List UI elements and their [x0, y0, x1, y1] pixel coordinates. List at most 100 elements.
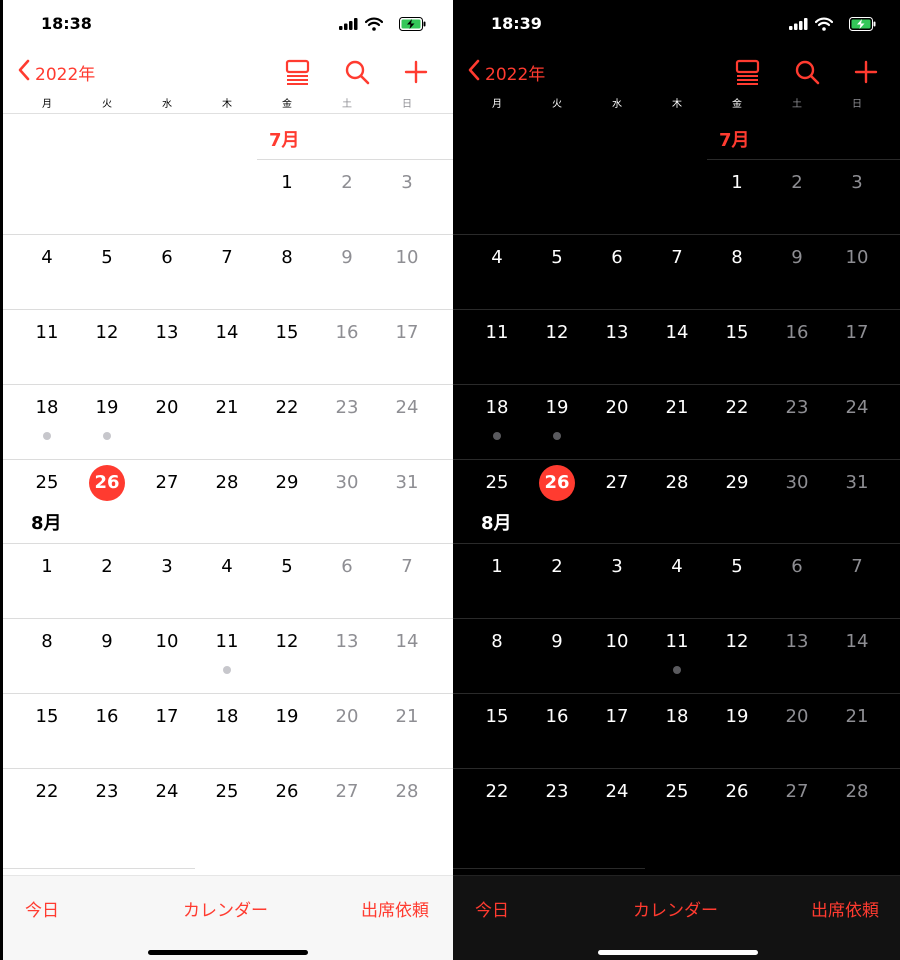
day-cell[interactable]: 24: [832, 393, 882, 423]
day-cell[interactable]: 27: [592, 468, 642, 498]
day-cell[interactable]: 6: [142, 243, 192, 273]
day-cell[interactable]: 17: [382, 318, 432, 348]
day-cell[interactable]: 24: [142, 777, 192, 807]
day-cell[interactable]: 11: [472, 318, 522, 348]
day-cell[interactable]: 12: [712, 627, 762, 657]
day-cell[interactable]: 25: [472, 468, 522, 498]
day-cell[interactable]: 14: [202, 318, 252, 348]
day-cell[interactable]: 13: [142, 318, 192, 348]
day-cell[interactable]: 11: [652, 627, 702, 674]
day-cell[interactable]: 23: [82, 777, 132, 807]
day-cell[interactable]: 3: [832, 168, 882, 198]
day-cell[interactable]: 31: [832, 468, 882, 498]
day-cell[interactable]: 20: [772, 702, 822, 732]
day-cell[interactable]: 22: [712, 393, 762, 423]
day-cell[interactable]: 1: [472, 552, 522, 582]
day-cell[interactable]: 3: [382, 168, 432, 198]
day-cell[interactable]: 14: [832, 627, 882, 657]
day-cell[interactable]: 15: [262, 318, 312, 348]
day-cell[interactable]: 24: [382, 393, 432, 423]
day-cell[interactable]: 3: [592, 552, 642, 582]
day-cell[interactable]: 5: [532, 243, 582, 273]
search-button[interactable]: [342, 58, 372, 86]
calendar-month-list[interactable]: 7月 1 2 3 4 5 6 7 8 9 10 11 12 13 14 15 16 17 18 19 20 21 22 23 2…: [3, 114, 453, 874]
day-cell[interactable]: 9: [772, 243, 822, 273]
day-cell[interactable]: 6: [592, 243, 642, 273]
day-cell[interactable]: 4: [472, 243, 522, 273]
day-cell[interactable]: 17: [592, 702, 642, 732]
day-cell[interactable]: 13: [322, 627, 372, 657]
day-cell[interactable]: 22: [22, 777, 72, 807]
day-cell[interactable]: 20: [322, 702, 372, 732]
home-indicator[interactable]: [148, 950, 308, 955]
day-cell[interactable]: 2: [772, 168, 822, 198]
day-cell[interactable]: 21: [832, 702, 882, 732]
day-cell[interactable]: 8: [22, 627, 72, 657]
day-cell[interactable]: 28: [202, 468, 252, 498]
day-cell[interactable]: 18: [652, 702, 702, 732]
day-cell[interactable]: 10: [832, 243, 882, 273]
day-cell[interactable]: 8: [472, 627, 522, 657]
list-view-button[interactable]: [733, 58, 763, 86]
day-cell[interactable]: 19: [712, 702, 762, 732]
home-indicator[interactable]: [598, 950, 758, 955]
list-view-button[interactable]: [283, 58, 313, 86]
day-cell[interactable]: 2: [322, 168, 372, 198]
day-cell[interactable]: 29: [712, 468, 762, 498]
day-cell[interactable]: 30: [322, 468, 372, 498]
day-cell[interactable]: 18: [472, 393, 522, 440]
day-cell[interactable]: 12: [82, 318, 132, 348]
day-cell[interactable]: 9: [322, 243, 372, 273]
day-cell[interactable]: 5: [262, 552, 312, 582]
today-button[interactable]: 今日: [25, 896, 59, 921]
day-cell[interactable]: 10: [382, 243, 432, 273]
day-cell[interactable]: 30: [772, 468, 822, 498]
day-cell[interactable]: 20: [142, 393, 192, 423]
day-cell[interactable]: 4: [652, 552, 702, 582]
day-cell[interactable]: 4: [22, 243, 72, 273]
day-cell[interactable]: 12: [262, 627, 312, 657]
day-cell[interactable]: 26: [262, 777, 312, 807]
calendars-button[interactable]: カレンダー: [183, 896, 268, 921]
day-cell[interactable]: 28: [382, 777, 432, 807]
day-cell[interactable]: 6: [322, 552, 372, 582]
day-cell[interactable]: 13: [592, 318, 642, 348]
day-cell[interactable]: 2: [82, 552, 132, 582]
inbox-button[interactable]: 出席依頼: [361, 896, 429, 921]
day-cell[interactable]: 25: [652, 777, 702, 807]
day-cell[interactable]: 8: [262, 243, 312, 273]
day-cell[interactable]: 3: [142, 552, 192, 582]
day-cell[interactable]: 2: [532, 552, 582, 582]
day-cell[interactable]: 10: [142, 627, 192, 657]
day-cell[interactable]: 29: [262, 468, 312, 498]
back-to-year-button[interactable]: 2022年: [467, 58, 545, 86]
day-cell[interactable]: 27: [142, 468, 192, 498]
day-cell[interactable]: 19: [532, 393, 582, 440]
day-cell[interactable]: 7: [202, 243, 252, 273]
day-cell[interactable]: 1: [22, 552, 72, 582]
day-cell[interactable]: 7: [832, 552, 882, 582]
day-cell[interactable]: 14: [652, 318, 702, 348]
day-cell[interactable]: 24: [592, 777, 642, 807]
day-cell[interactable]: 16: [82, 702, 132, 732]
day-cell[interactable]: 14: [382, 627, 432, 657]
day-cell[interactable]: 13: [772, 627, 822, 657]
day-cell[interactable]: 19: [82, 393, 132, 440]
day-cell[interactable]: 7: [652, 243, 702, 273]
day-cell[interactable]: 21: [382, 702, 432, 732]
inbox-button[interactable]: 出席依頼: [811, 896, 879, 921]
day-cell[interactable]: 23: [322, 393, 372, 423]
day-cell[interactable]: 28: [832, 777, 882, 807]
day-cell[interactable]: 11: [22, 318, 72, 348]
day-cell[interactable]: 1: [262, 168, 312, 198]
search-button[interactable]: [792, 58, 822, 86]
day-cell[interactable]: 27: [322, 777, 372, 807]
day-cell[interactable]: 4: [202, 552, 252, 582]
day-cell[interactable]: 8: [712, 243, 762, 273]
calendar-month-list[interactable]: 7月 1 2 3 4 5 6 7 8 9 10 11 12 13 14 15 16 17 18 19 20 21 22 23 2…: [453, 114, 900, 874]
day-cell[interactable]: 20: [592, 393, 642, 423]
day-cell[interactable]: 18: [22, 393, 72, 440]
day-cell[interactable]: 27: [772, 777, 822, 807]
day-cell[interactable]: 22: [472, 777, 522, 807]
calendars-button[interactable]: カレンダー: [633, 896, 718, 921]
